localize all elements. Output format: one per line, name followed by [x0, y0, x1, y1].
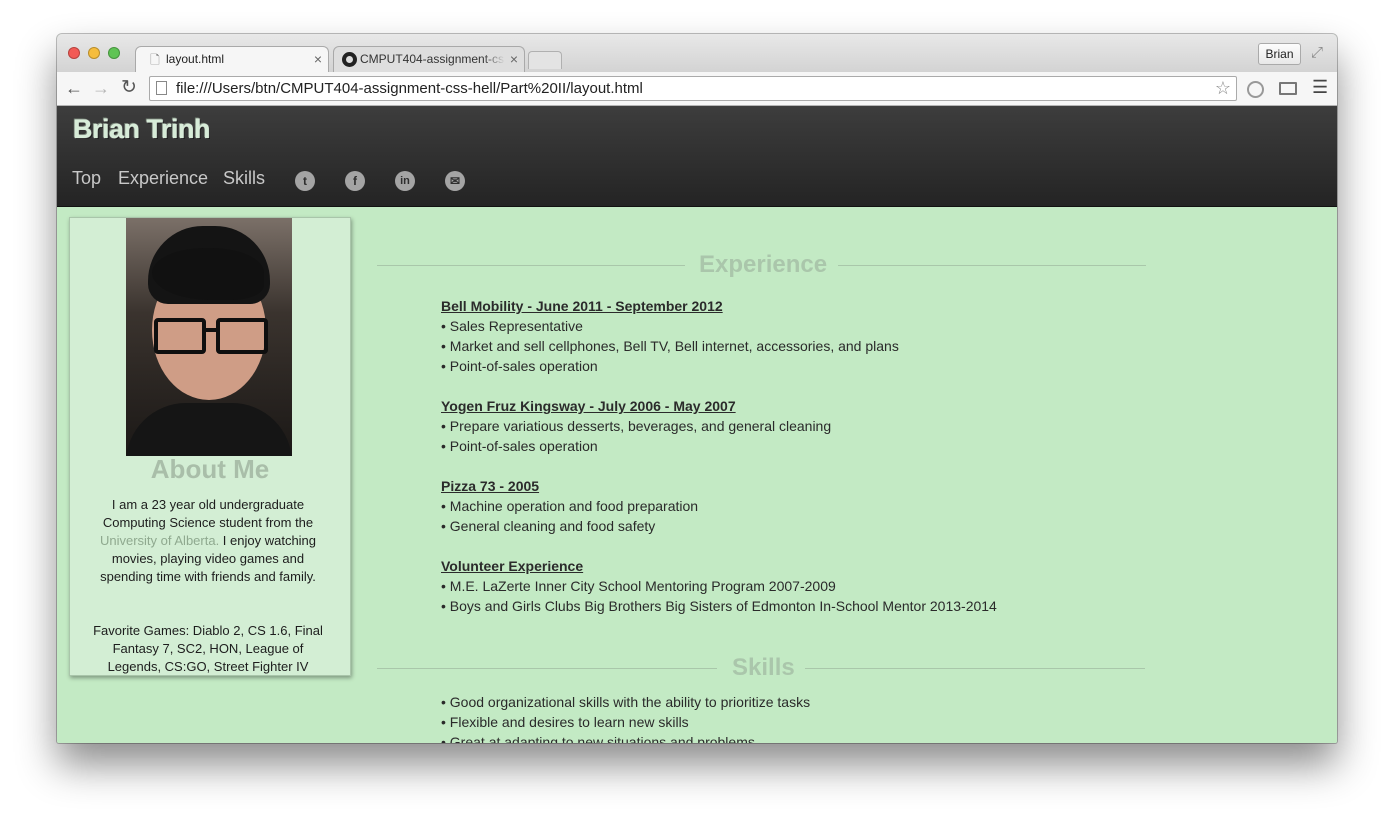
skill-item: • Flexible and desires to learn new skil… [441, 714, 689, 730]
skills-section-heading: Skills [377, 648, 1145, 688]
tab-strip: 🗋 layout.html × CMPUT404-assignment-cs ×… [57, 34, 1337, 72]
about-text: I am a 23 year old undergraduate Computi… [88, 496, 328, 586]
experience-section-heading: Experience [377, 245, 1146, 285]
facebook-icon[interactable]: f [345, 171, 365, 191]
tab-github[interactable]: CMPUT404-assignment-cs × [333, 46, 525, 72]
profile-button[interactable]: Brian [1258, 43, 1301, 65]
zoom-window-button[interactable] [108, 47, 120, 59]
job-entry: Bell Mobility - June 2011 - September 20… [441, 296, 899, 376]
job-entry: Yogen Fruz Kingsway - July 2006 - May 20… [441, 396, 831, 456]
email-icon[interactable]: ✉ [445, 171, 465, 191]
linkedin-icon[interactable]: in [395, 171, 415, 191]
about-sidebar: About Me I am a 23 year old undergraduat… [69, 217, 351, 676]
browser-toolbar: ← → ↻ file:///Users/btn/CMPUT404-assignm… [57, 72, 1337, 106]
divider-line [377, 265, 685, 266]
job-item: • Market and sell cellphones, Bell TV, B… [441, 338, 899, 354]
back-arrow-icon[interactable]: ← [65, 77, 83, 99]
job-entry: Volunteer Experience • M.E. LaZerte Inne… [441, 556, 997, 616]
forward-arrow-icon[interactable]: → [92, 77, 110, 99]
divider-line [805, 668, 1145, 669]
job-item: • General cleaning and food safety [441, 518, 656, 534]
about-heading: About Me [150, 454, 270, 484]
nav-link-top[interactable]: Top [72, 168, 101, 189]
nav-link-experience[interactable]: Experience [118, 168, 208, 189]
minimize-window-button[interactable] [88, 47, 100, 59]
skill-item: • Great at adapting to new situations an… [441, 734, 755, 743]
divider-line [377, 668, 717, 669]
job-title: Pizza 73 - 2005 [441, 478, 540, 494]
address-bar[interactable]: file:///Users/btn/CMPUT404-assignment-cs… [149, 76, 1237, 101]
close-tab-icon[interactable]: × [314, 51, 322, 67]
job-title: Yogen Fruz Kingsway - July 2006 - May 20… [441, 398, 736, 414]
page-icon [156, 81, 167, 95]
job-item: • Boys and Girls Clubs Big Brothers Big … [441, 598, 997, 614]
job-title: Volunteer Experience [441, 558, 584, 574]
job-item: • Prepare variatious desserts, beverages… [441, 418, 832, 434]
extension-icon[interactable] [1247, 81, 1264, 98]
url-text: file:///Users/btn/CMPUT404-assignment-cs… [176, 80, 643, 97]
close-window-button[interactable] [68, 47, 80, 59]
job-item: • M.E. LaZerte Inner City School Mentori… [441, 578, 836, 594]
site-header: Brian Trinh Top Experience Skills t f in… [57, 106, 1337, 207]
page-icon: 🗋 [150, 53, 160, 67]
twitter-icon[interactable]: t [295, 171, 315, 191]
experience-heading: Experience [699, 251, 828, 278]
divider-line [838, 265, 1146, 266]
browser-window: 🗋 layout.html × CMPUT404-assignment-cs ×… [57, 34, 1337, 743]
job-item: • Sales Representative [441, 318, 583, 334]
bookmark-star-icon[interactable]: ☆ [1215, 78, 1231, 99]
job-item: • Machine operation and food preparation [441, 498, 699, 514]
favorite-games: Favorite Games: Diablo 2, CS 1.6, Final … [93, 623, 323, 674]
github-icon [342, 52, 357, 67]
nav-link-skills[interactable]: Skills [223, 168, 265, 189]
reload-icon[interactable]: ↻ [121, 77, 137, 99]
about-text-intro: I am a 23 year old undergraduate Computi… [102, 497, 314, 530]
job-title: Bell Mobility - June 2011 - September 20… [441, 298, 723, 314]
tab-layout[interactable]: 🗋 layout.html × [135, 46, 329, 72]
page-viewport: Brian Trinh Top Experience Skills t f in… [57, 106, 1337, 743]
skills-heading: Skills [732, 654, 795, 681]
cast-icon[interactable] [1279, 82, 1297, 95]
tab-title: layout.html [166, 52, 225, 66]
skills-list: • Good organizational skills with the ab… [441, 692, 810, 743]
job-entry: Pizza 73 - 2005 • Machine operation and … [441, 476, 698, 536]
tab-title: CMPUT404-assignment-cs [360, 52, 505, 66]
job-item: • Point-of-sales operation [441, 358, 598, 374]
close-tab-icon[interactable]: × [510, 51, 518, 67]
profile-photo [126, 218, 292, 456]
site-title: Brian Trinh [73, 114, 211, 144]
fullscreen-icon[interactable]: ⤢ [1311, 44, 1323, 61]
new-tab-button[interactable] [528, 51, 562, 69]
university-link[interactable]: University of Alberta. [100, 533, 219, 548]
job-item: • Point-of-sales operation [441, 438, 598, 454]
skill-item: • Good organizational skills with the ab… [441, 694, 811, 710]
menu-icon[interactable]: ☰ [1312, 77, 1328, 98]
